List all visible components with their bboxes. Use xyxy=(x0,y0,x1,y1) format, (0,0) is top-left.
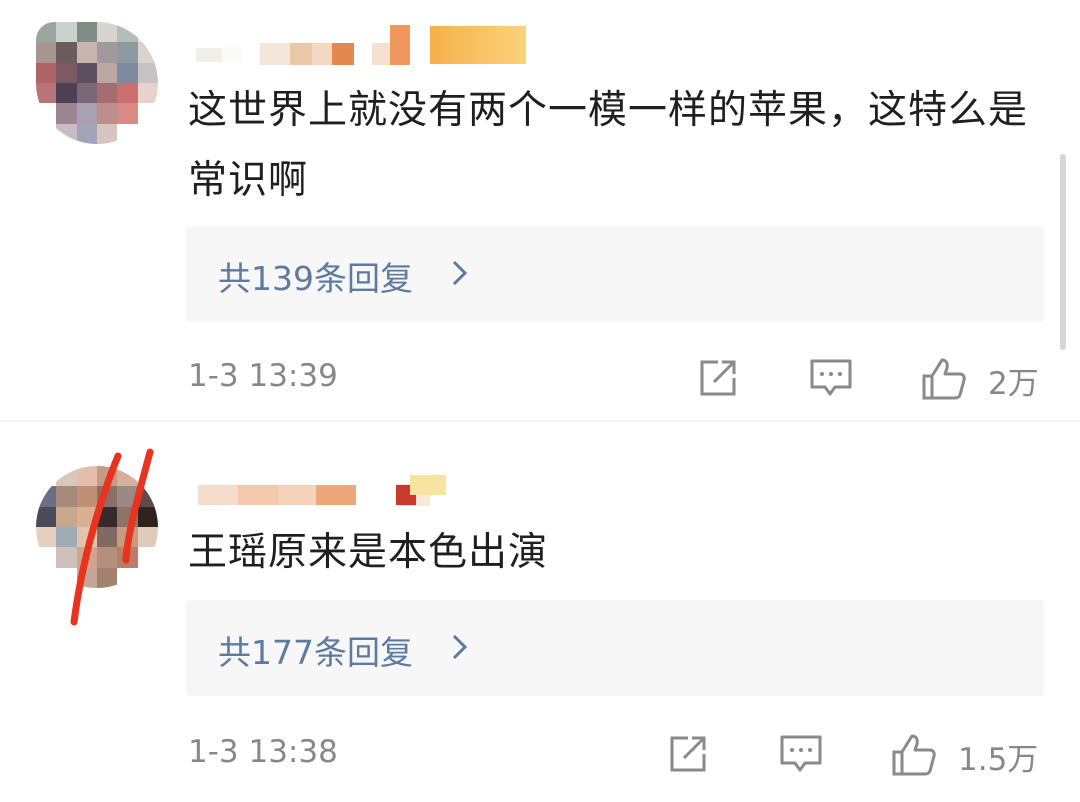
chevron-right-icon xyxy=(452,260,468,286)
comment-icon[interactable] xyxy=(778,732,824,776)
username-blurred[interactable] xyxy=(198,464,446,506)
replies-count-label: 共139条回复 xyxy=(218,259,413,298)
comment-meta: 1-3 13:39 2万 xyxy=(0,352,1080,402)
comment-meta: 1-3 13:38 1.5万 xyxy=(0,728,1080,778)
comment-item: 这世界上就没有两个一模一样的苹果，这特么是常识啊 共139条回复 1-3 13:… xyxy=(0,0,1080,420)
timestamp: 1-3 13:39 xyxy=(188,358,338,394)
view-replies-button[interactable]: 共177条回复 xyxy=(186,600,1044,696)
like-count: 2万 xyxy=(988,366,1039,402)
comment-text: 王瑶原来是本色出演 xyxy=(188,530,549,575)
thumbs-up-icon[interactable] xyxy=(890,732,938,778)
scrollbar[interactable] xyxy=(1060,154,1066,350)
chevron-right-icon xyxy=(452,634,468,660)
comment-text: 这世界上就没有两个一模一样的苹果，这特么是常识啊 xyxy=(188,88,1029,203)
replies-count-label: 共177条回复 xyxy=(218,633,413,672)
comment-icon[interactable] xyxy=(808,356,854,400)
share-icon[interactable] xyxy=(666,732,710,776)
view-replies-button[interactable]: 共139条回复 xyxy=(186,226,1044,322)
username-blurred[interactable] xyxy=(196,24,526,66)
timestamp: 1-3 13:38 xyxy=(188,734,338,770)
thumbs-up-icon[interactable] xyxy=(920,356,968,402)
like-count: 1.5万 xyxy=(958,742,1039,778)
comment-item: 王瑶原来是本色出演 共177条回复 1-3 13:38 1.5万 xyxy=(0,422,1080,802)
avatar[interactable] xyxy=(36,466,158,588)
avatar[interactable] xyxy=(36,22,158,144)
share-icon[interactable] xyxy=(696,356,740,400)
